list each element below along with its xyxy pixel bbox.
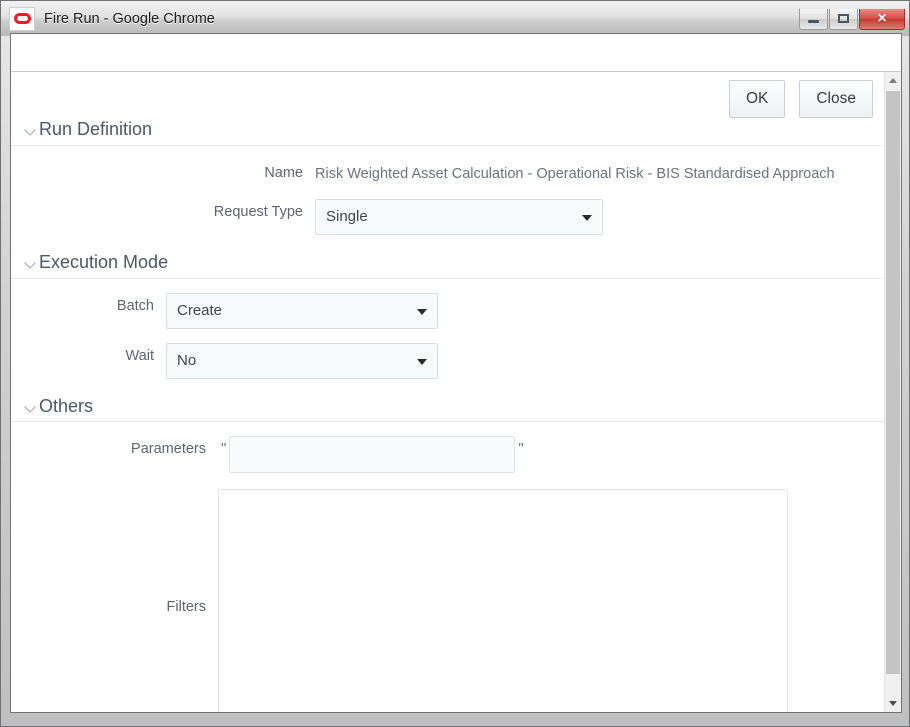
batch-value: Create (177, 302, 223, 320)
request-type-select[interactable]: Single (315, 198, 603, 235)
batch-select[interactable]: Create (166, 292, 438, 329)
restore-icon (838, 14, 849, 23)
section-title-execution-mode: Execution Mode (39, 251, 169, 272)
parameters-input[interactable] (229, 436, 516, 474)
scrollbar-thumb[interactable] (886, 91, 900, 674)
section-header-run-definition[interactable]: Run Definition (11, 119, 886, 146)
minimize-icon (808, 20, 819, 23)
field-row-filters: Filters (11, 489, 886, 712)
label-parameters: Parameters (131, 441, 206, 458)
chevron-down-icon (417, 358, 427, 365)
form-action-toolbar: OK Close (728, 80, 873, 118)
filters-textarea[interactable] (218, 489, 788, 712)
section-header-execution-mode[interactable]: Execution Mode (11, 251, 886, 279)
oracle-logo-icon (9, 6, 35, 31)
label-filters: Filters (166, 599, 206, 616)
chevron-down-icon (25, 124, 37, 136)
title-bar-left: Fire Run - Google Chrome (1, 6, 799, 31)
page-scrollbar[interactable] (884, 72, 901, 712)
browser-toolbar (11, 34, 901, 72)
maximize-restore-button[interactable] (829, 8, 858, 30)
parameters-input-group: " " (218, 436, 527, 474)
title-bar[interactable]: Fire Run - Google Chrome × (1, 1, 909, 36)
page-content: OK Close Run Definition Name Risk Weight… (11, 72, 901, 712)
label-batch: Batch (116, 297, 154, 314)
close-window-button[interactable]: × (859, 8, 905, 30)
section-title-run-definition: Run Definition (39, 119, 153, 139)
chevron-down-icon (25, 401, 37, 413)
chevron-up-icon (889, 78, 897, 83)
chevron-down-icon (582, 214, 592, 221)
application-window: Fire Run - Google Chrome × OK Close Run … (0, 0, 910, 727)
window-title: Fire Run - Google Chrome (44, 10, 215, 27)
label-name: Name (264, 164, 303, 181)
chevron-down-icon (417, 308, 427, 315)
value-name: Risk Weighted Asset Calculation - Operat… (315, 165, 835, 182)
fire-run-form: Run Definition Name Risk Weighted Asset … (11, 119, 886, 712)
quote-close: " (518, 440, 524, 458)
field-row-wait: Wait No (11, 342, 886, 379)
section-header-others[interactable]: Others (11, 395, 886, 423)
chevron-down-icon (25, 257, 37, 269)
window-controls: × (799, 8, 909, 30)
chevron-down-icon (889, 701, 897, 706)
field-row-batch: Batch Create (11, 292, 886, 329)
close-icon: × (877, 9, 887, 27)
wait-select[interactable]: No (166, 342, 438, 379)
close-button[interactable]: Close (799, 80, 873, 118)
field-row-parameters: Parameters " " (11, 436, 886, 474)
label-request-type: Request Type (213, 203, 303, 220)
field-row-request-type: Request Type Single (11, 198, 886, 235)
ok-button[interactable]: OK (728, 80, 786, 118)
quote-open: " (221, 440, 227, 458)
section-title-others: Others (39, 395, 94, 416)
scroll-up-button[interactable] (885, 72, 901, 89)
field-row-name: Name Risk Weighted Asset Calculation - O… (11, 160, 886, 185)
request-type-value: Single (326, 208, 368, 226)
label-wait: Wait (125, 347, 154, 364)
minimize-button[interactable] (799, 8, 828, 30)
browser-client-area: OK Close Run Definition Name Risk Weight… (10, 33, 902, 713)
scroll-down-button[interactable] (885, 695, 901, 712)
wait-value: No (177, 352, 197, 370)
